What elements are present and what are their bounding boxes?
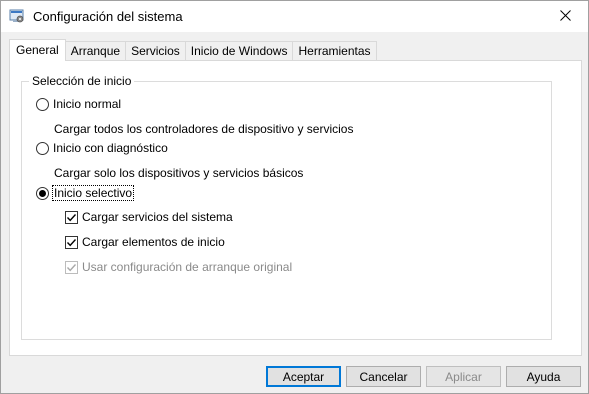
checkmark-icon bbox=[66, 238, 77, 246]
diagnostic-startup-description: Cargar solo los dispositivos y servicios… bbox=[54, 166, 304, 180]
apply-button: Aplicar bbox=[426, 366, 501, 387]
normal-startup-label[interactable]: Inicio normal bbox=[53, 97, 121, 111]
diagnostic-startup-radio[interactable] bbox=[36, 141, 49, 155]
title-bar: Configuración del sistema bbox=[1, 1, 588, 32]
selective-startup-radio[interactable] bbox=[36, 186, 49, 200]
window-title: Configuración del sistema bbox=[33, 9, 183, 24]
checkmark-icon bbox=[66, 263, 77, 271]
tab-herramientas[interactable]: Herramientas bbox=[292, 41, 377, 61]
load-startup-items-option[interactable]: Cargar elementos de inicio bbox=[65, 235, 225, 249]
tab-general[interactable]: General bbox=[9, 39, 66, 61]
system-config-window: Configuración del sistema General Arranq… bbox=[0, 0, 589, 394]
use-original-boot-checkbox bbox=[65, 260, 78, 274]
diagnostic-startup-option[interactable]: Inicio con diagnóstico bbox=[36, 141, 168, 155]
tab-inicio-de-windows[interactable]: Inicio de Windows bbox=[184, 41, 294, 61]
close-button[interactable] bbox=[543, 1, 588, 32]
diagnostic-startup-label[interactable]: Inicio con diagnóstico bbox=[53, 141, 168, 155]
load-services-checkbox[interactable] bbox=[65, 210, 78, 224]
help-button[interactable]: Ayuda bbox=[506, 366, 581, 387]
general-tab-panel: Selección de inicio Inicio normal Cargar… bbox=[9, 60, 582, 356]
tab-servicios[interactable]: Servicios bbox=[125, 41, 186, 61]
ok-button[interactable]: Aceptar bbox=[266, 366, 341, 387]
use-original-boot-label: Usar configuración de arranque original bbox=[82, 260, 293, 274]
cancel-button[interactable]: Cancelar bbox=[346, 366, 421, 387]
use-original-boot-option: Usar configuración de arranque original bbox=[65, 260, 292, 274]
startup-selection-group: Selección de inicio Inicio normal Cargar… bbox=[21, 74, 552, 340]
close-icon bbox=[560, 9, 571, 24]
checkmark-icon bbox=[66, 213, 77, 221]
load-startup-items-checkbox[interactable] bbox=[65, 235, 78, 249]
startup-selection-label: Selección de inicio bbox=[29, 74, 135, 88]
load-services-option[interactable]: Cargar servicios del sistema bbox=[65, 210, 233, 224]
tab-strip: General Arranque Servicios Inicio de Win… bbox=[9, 39, 377, 61]
selective-startup-label[interactable]: Inicio selectivo bbox=[51, 185, 135, 201]
load-startup-items-label[interactable]: Cargar elementos de inicio bbox=[82, 235, 225, 249]
normal-startup-option[interactable]: Inicio normal bbox=[36, 97, 121, 111]
system-config-icon bbox=[9, 8, 25, 24]
load-services-label[interactable]: Cargar servicios del sistema bbox=[82, 210, 233, 224]
tab-arranque[interactable]: Arranque bbox=[64, 41, 127, 61]
normal-startup-radio[interactable] bbox=[36, 97, 49, 111]
normal-startup-description: Cargar todos los controladores de dispos… bbox=[54, 122, 354, 136]
selective-startup-option[interactable]: Inicio selectivo bbox=[36, 185, 135, 201]
